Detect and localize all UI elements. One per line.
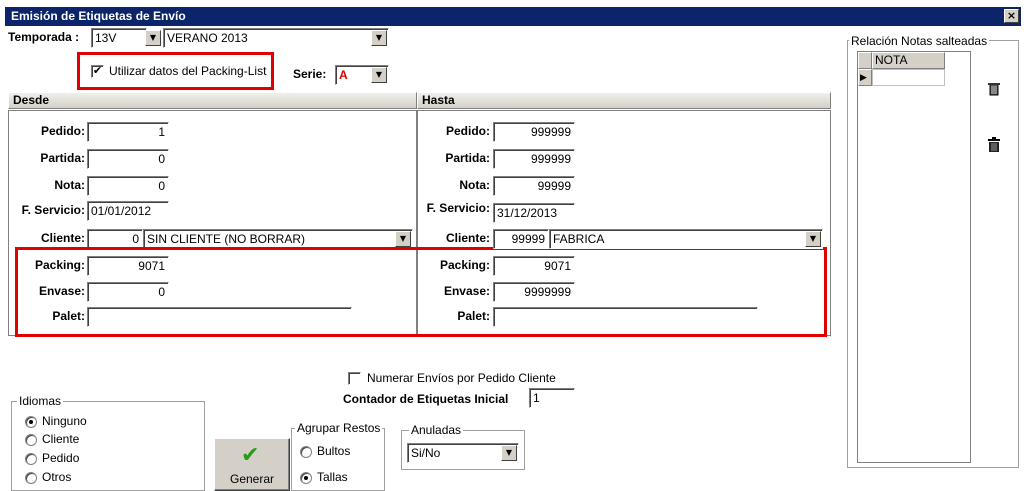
- hasta-nota-field[interactable]: 99999: [493, 176, 575, 196]
- close-icon: ×: [1006, 9, 1017, 22]
- serie-label: Serie:: [293, 67, 327, 81]
- desde-servicio-label: F. Servicio:: [21, 203, 85, 217]
- hasta-cliente-dropdown[interactable]: ▼: [805, 231, 821, 247]
- agrupar-tallas-radio[interactable]: [300, 472, 312, 484]
- desde-header: Desde: [8, 92, 417, 109]
- idiomas-group: [11, 401, 205, 491]
- hasta-cliente-name-field[interactable]: FABRICA: [549, 229, 823, 249]
- idioma-cliente-label: Cliente: [42, 432, 80, 446]
- window-body: Temporada : 13V ▼ VERANO 2013 ▼ ✔ Utiliz…: [5, 26, 1021, 491]
- numerar-checkbox[interactable]: [348, 372, 361, 385]
- idioma-ninguno-label: Ninguno: [42, 414, 87, 428]
- chevron-down-icon: ▼: [375, 70, 383, 79]
- hasta-pedido-label: Pedido:: [446, 124, 490, 138]
- generar-button[interactable]: ✔ Generar: [214, 438, 290, 491]
- hasta-packing-label: Packing:: [439, 258, 490, 272]
- packing-list-label: Utilizar datos del Packing-List: [109, 64, 267, 78]
- window-title-bar: Emisión de Etiquetas de Envío: [5, 7, 1021, 26]
- desde-cliente-label: Cliente:: [40, 231, 85, 245]
- temporada-name-dropdown[interactable]: ▼: [371, 30, 387, 46]
- desde-packing-label: Packing:: [34, 258, 85, 272]
- agrupar-tallas-label: Tallas: [317, 470, 348, 484]
- serie-dropdown[interactable]: ▼: [371, 67, 387, 83]
- chevron-down-icon: ▼: [399, 234, 407, 243]
- trash-icon[interactable]: [986, 137, 1002, 153]
- checkmark-icon: ✔: [241, 443, 260, 468]
- hasta-palet-label: Palet:: [457, 309, 490, 323]
- hasta-palet-field[interactable]: [493, 307, 758, 327]
- idioma-otros-label: Otros: [42, 470, 72, 484]
- chevron-down-icon: ▼: [375, 33, 383, 42]
- close-button[interactable]: ×: [1004, 9, 1019, 23]
- idioma-pedido-radio[interactable]: [25, 453, 37, 465]
- hasta-envase-field[interactable]: 9999999: [493, 282, 575, 302]
- hasta-packing-field[interactable]: 9071: [493, 256, 575, 276]
- desde-palet-label: Palet:: [52, 309, 85, 323]
- desde-pedido-field[interactable]: 1: [87, 122, 169, 142]
- desde-nota-label: Nota:: [54, 178, 85, 192]
- chevron-down-icon: ▼: [505, 448, 513, 457]
- desde-envase-label: Envase:: [38, 284, 85, 298]
- contador-label: Contador de Etiquetas Inicial: [343, 392, 509, 406]
- anuladas-dropdown[interactable]: ▼: [501, 445, 517, 461]
- desde-nota-field[interactable]: 0: [87, 176, 169, 196]
- agrupar-title: Agrupar Restos: [295, 421, 383, 435]
- hasta-pedido-field[interactable]: 999999: [493, 122, 575, 142]
- packing-list-checkbox[interactable]: ✔: [91, 65, 104, 78]
- idioma-ninguno-radio[interactable]: [25, 416, 37, 428]
- hasta-servicio-label: F. Servicio:: [426, 201, 490, 215]
- hasta-servicio-field[interactable]: 31/12/2013: [493, 203, 575, 223]
- idioma-cliente-radio[interactable]: [25, 434, 37, 446]
- notas-title: Relación Notas salteadas: [849, 34, 990, 48]
- desde-cliente-name-field[interactable]: SIN CLIENTE (NO BORRAR): [143, 229, 413, 249]
- hasta-partida-field[interactable]: 999999: [493, 149, 575, 169]
- chevron-down-icon: ▼: [809, 234, 817, 243]
- desde-partida-label: Partida:: [40, 151, 85, 165]
- temporada-name-field[interactable]: VERANO 2013: [163, 28, 389, 48]
- contador-field[interactable]: 1: [529, 388, 575, 408]
- idioma-pedido-label: Pedido: [42, 451, 80, 465]
- hasta-envase-label: Envase:: [443, 284, 490, 298]
- window-title: Emisión de Etiquetas de Envío: [11, 9, 186, 23]
- notas-column-header[interactable]: NOTA: [872, 52, 945, 69]
- temporada-code-dropdown[interactable]: ▼: [145, 30, 161, 46]
- temporada-label: Temporada :: [8, 30, 80, 44]
- notas-row-cell[interactable]: [872, 69, 945, 86]
- desde-pedido-label: Pedido:: [41, 124, 85, 138]
- desde-envase-field[interactable]: 0: [87, 282, 169, 302]
- trash-detail-icon[interactable]: [986, 81, 1002, 97]
- notas-grid[interactable]: NOTA ▶: [857, 51, 971, 463]
- numerar-label: Numerar Envíos por Pedido Cliente: [367, 371, 556, 385]
- chevron-down-icon: ▼: [149, 33, 157, 42]
- desde-partida-field[interactable]: 0: [87, 149, 169, 169]
- desde-cliente-dropdown[interactable]: ▼: [395, 231, 411, 247]
- desde-packing-field[interactable]: 9071: [87, 256, 169, 276]
- agrupar-bultos-label: Bultos: [317, 444, 351, 458]
- temporada-code-field[interactable]: 13V: [91, 28, 147, 48]
- desde-cliente-code-field[interactable]: 0: [87, 229, 143, 249]
- desde-palet-field[interactable]: [87, 307, 352, 327]
- agrupar-bultos-radio[interactable]: [300, 446, 312, 458]
- notas-row-indicator: ▶: [858, 69, 872, 86]
- hasta-header: Hasta: [417, 92, 831, 109]
- hasta-cliente-label: Cliente:: [445, 231, 490, 245]
- hasta-partida-label: Partida:: [445, 151, 490, 165]
- hasta-cliente-code-field[interactable]: 99999: [493, 229, 549, 249]
- idiomas-title: Idiomas: [17, 394, 64, 408]
- notas-grid-corner: [858, 52, 872, 69]
- idioma-otros-radio[interactable]: [25, 472, 37, 484]
- desde-servicio-field[interactable]: 01/01/2012: [87, 201, 169, 221]
- anuladas-title: Anuladas: [409, 423, 464, 437]
- generar-label: Generar: [229, 472, 275, 486]
- hasta-nota-label: Nota:: [459, 178, 490, 192]
